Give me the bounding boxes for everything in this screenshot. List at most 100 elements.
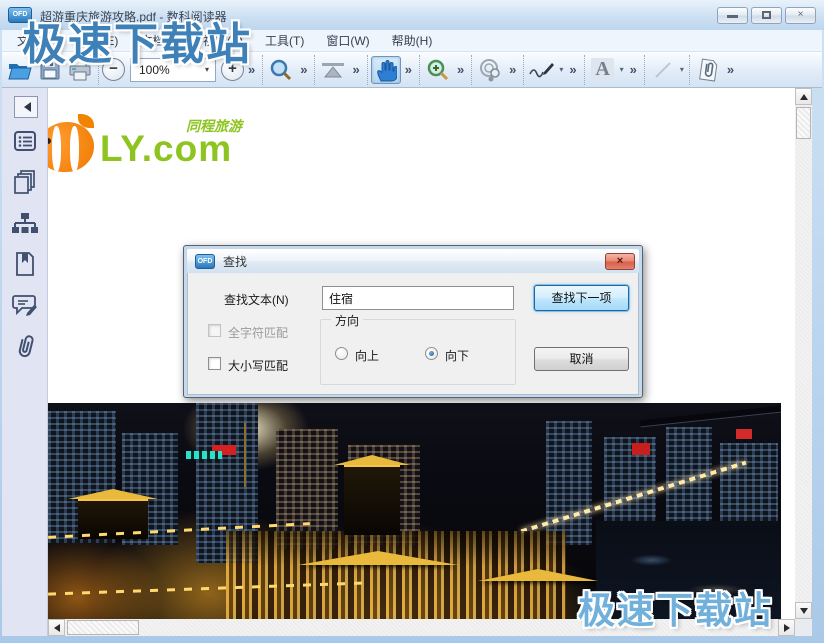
collapse-panel-button[interactable] (14, 96, 38, 118)
sidebar-icon-list (2, 126, 47, 361)
toolbar-group-attach: » (689, 55, 741, 85)
zoom-in-magnifier-icon (426, 58, 450, 82)
collapse-arrow-icon (19, 102, 31, 112)
vertical-scrollbar[interactable] (795, 88, 812, 619)
photo-building (546, 421, 592, 545)
photo-bridge-silhouette (640, 406, 781, 428)
fish-stripe (70, 126, 79, 172)
bookmark-icon (14, 251, 36, 277)
hand-group-overflow[interactable]: » (401, 62, 416, 77)
minimize-icon (727, 15, 738, 18)
fit-width-icon (320, 60, 346, 80)
find-dialog-title: 查找 (223, 253, 605, 270)
menu-tools[interactable]: 工具(T) (254, 29, 315, 52)
left-arrow-icon (50, 624, 60, 632)
case-match-checkbox[interactable] (208, 357, 221, 370)
direction-down-radio[interactable] (425, 347, 438, 360)
toolbar-group-fit: » (314, 55, 366, 85)
find-dialog-close-button[interactable]: × (605, 253, 635, 270)
hand-tool-button[interactable] (371, 56, 401, 84)
direction-up-radio[interactable] (335, 347, 348, 360)
scrollbar-corner (795, 619, 812, 636)
photo-pavilion-roof (298, 551, 458, 565)
find-dialog-icon: OFD (195, 254, 215, 269)
scroll-left-button[interactable] (48, 619, 65, 636)
line-annotate-button[interactable] (648, 56, 678, 84)
photo-street-lamp (244, 423, 246, 487)
outline-panel-button[interactable] (9, 126, 41, 156)
direction-down-label: 向下 (445, 347, 469, 364)
restore-icon (762, 11, 771, 19)
pen-dropdown-icon[interactable]: ▾ (557, 65, 565, 74)
pen-group-overflow[interactable]: » (565, 62, 580, 77)
photo-pavilion-body (344, 465, 400, 535)
line-dropdown-icon[interactable]: ▾ (678, 65, 686, 74)
magnify-group-overflow[interactable]: » (453, 62, 468, 77)
photo-neon-sign-red (632, 443, 650, 455)
direction-groupbox: 方向 向上 向下 (320, 319, 516, 385)
bookmarks-panel-button[interactable] (9, 249, 41, 279)
annotations-panel-button[interactable] (9, 290, 41, 320)
line-tool-icon (652, 59, 674, 81)
watermark-top-left: 极速下载站 (22, 8, 252, 72)
close-button[interactable]: × (785, 7, 816, 24)
fish-stripe (52, 126, 61, 172)
logo-tagline: 同程旅游 (186, 116, 242, 136)
direction-up-label: 向上 (355, 347, 379, 364)
text-annotate-button[interactable]: A (588, 56, 618, 84)
text-dropdown-icon[interactable]: ▾ (618, 65, 626, 74)
find-dialog: OFD 查找 × 查找文本(N) 查找下一项 全字符匹配 方向 向上 向下 大小… (183, 245, 643, 398)
cancel-button[interactable]: 取消 (534, 347, 629, 371)
document-logo: LY.com 同程旅游 (48, 110, 268, 190)
find-next-button[interactable]: 查找下一项 (534, 285, 629, 311)
snapshot-group-overflow[interactable]: » (505, 62, 520, 77)
toolbar-group-snapshot: » (471, 55, 523, 85)
toolbar-group-search: » (262, 55, 314, 85)
find-text-input[interactable] (322, 286, 514, 310)
scroll-right-button[interactable] (778, 619, 795, 636)
search-group-overflow[interactable]: » (296, 62, 311, 77)
scroll-up-button[interactable] (795, 88, 812, 105)
menu-help[interactable]: 帮助(H) (381, 29, 444, 52)
outline-list-icon (13, 130, 37, 152)
photo-pavilion-roof (334, 455, 410, 465)
pen-squiggle-icon (528, 60, 556, 80)
find-dialog-titlebar[interactable]: OFD 查找 × (187, 249, 639, 273)
scroll-down-button[interactable] (795, 602, 812, 619)
hand-icon (375, 58, 397, 82)
search-button[interactable] (266, 56, 296, 84)
find-dialog-body: 查找文本(N) 查找下一项 全字符匹配 方向 向上 向下 大小写匹配 取消 (187, 273, 639, 395)
photo-neon-sign-red (736, 429, 752, 439)
menu-window[interactable]: 窗口(W) (315, 29, 380, 52)
text-tool-icon: A (591, 58, 613, 81)
page-thumbnails-icon (12, 169, 38, 195)
horizontal-scroll-thumb[interactable] (67, 620, 139, 635)
fit-width-button[interactable] (318, 56, 348, 84)
attachment-icon (697, 58, 719, 82)
search-icon (269, 58, 293, 82)
find-text-label: 查找文本(N) (224, 291, 289, 308)
toolbar-group-magnify: » (419, 55, 471, 85)
attachments-panel-button[interactable] (9, 331, 41, 361)
toolbar-group-pen: ▾ » (523, 55, 583, 85)
navigation-sidebar (2, 88, 48, 636)
thumbnails-panel-button[interactable] (9, 167, 41, 197)
structure-panel-button[interactable] (9, 208, 41, 238)
magnify-button[interactable] (423, 56, 453, 84)
snapshot-button[interactable] (475, 56, 505, 84)
minimize-button[interactable] (717, 7, 748, 24)
vertical-scroll-thumb[interactable] (796, 107, 811, 139)
case-match-label: 大小写匹配 (228, 357, 288, 374)
paperclip-icon (14, 333, 36, 359)
app-window: OFD 超游重庆旅游攻略.pdf - 数科阅读器 × 文件(F) 编辑(E) 文… (0, 0, 824, 643)
restore-button[interactable] (751, 7, 782, 24)
attach-file-button[interactable] (693, 56, 723, 84)
pen-annotate-button[interactable] (527, 56, 557, 84)
attach-group-overflow[interactable]: » (723, 62, 738, 77)
right-arrow-icon (784, 624, 794, 632)
photo-neon-sign-teal (186, 451, 222, 459)
text-group-overflow[interactable]: » (626, 62, 641, 77)
toolbar-group-line: ▾ (644, 55, 689, 85)
fit-group-overflow[interactable]: » (348, 62, 363, 77)
structure-tree-icon (11, 211, 39, 235)
